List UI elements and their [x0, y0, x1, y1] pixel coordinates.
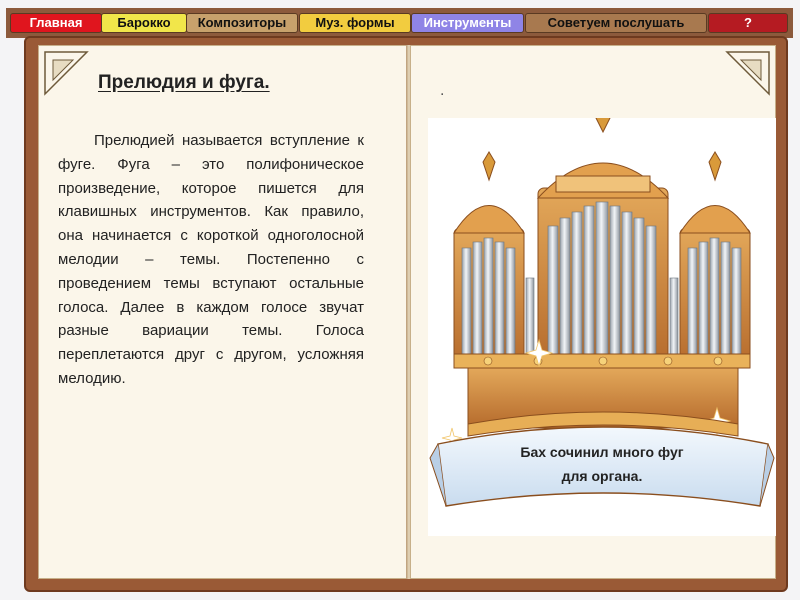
pipe-organ-icon: Бах сочинил много фуг для органа. — [428, 107, 776, 536]
caption-line-2: для органа. — [561, 468, 643, 484]
slide-frame: Главная Барокко Композиторы Муз. формы И… — [0, 0, 800, 600]
nav-button-recommended[interactable]: Советуем послушать — [525, 13, 707, 33]
nav-button-music-forms[interactable]: Муз. формы — [299, 13, 411, 33]
nav-button-instruments[interactable]: Инструменты — [411, 13, 524, 33]
page-corner-ornament — [725, 51, 770, 96]
nav-button-baroque[interactable]: Барокко — [101, 13, 187, 33]
nav-button-composers[interactable]: Композиторы — [186, 13, 298, 33]
nav-button-home[interactable]: Главная — [10, 13, 102, 33]
page-mark: . — [440, 82, 445, 99]
page-corner-ornament — [44, 51, 89, 96]
page-title: Прелюдия и фуга. — [98, 72, 270, 93]
nav-bar: Главная Барокко Композиторы Муз. формы И… — [6, 8, 793, 38]
nav-button-help[interactable]: ? — [708, 13, 788, 33]
page-body-text: Прелюдией называется вступление к фуге. … — [58, 132, 364, 387]
caption-line-1: Бах сочинил много фуг — [520, 444, 684, 460]
